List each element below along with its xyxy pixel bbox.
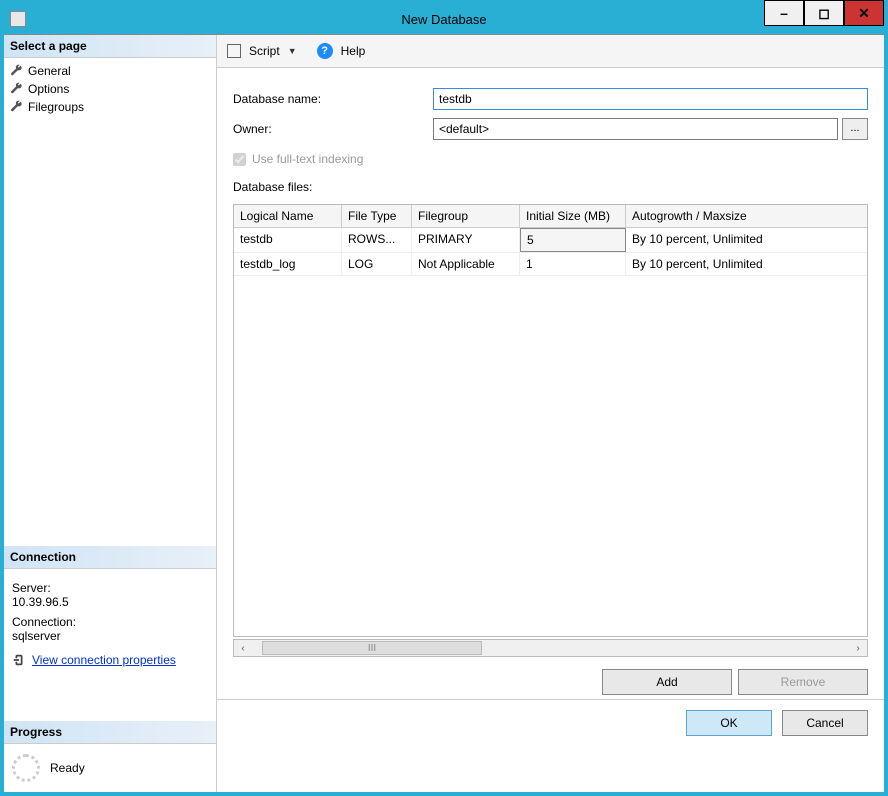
cell-logical[interactable]: testdb_log xyxy=(234,253,342,275)
sidebar: Select a page General Options Filegroups… xyxy=(4,35,216,792)
database-files-label: Database files: xyxy=(233,180,868,194)
cell-filegroup[interactable]: Not Applicable xyxy=(412,253,520,275)
dialog-window: New Database – ◻ ✕ Select a page General… xyxy=(0,0,888,796)
grid-header: Logical Name File Type Filegroup Initial… xyxy=(234,205,867,228)
script-button[interactable]: Script xyxy=(249,44,280,58)
cell-autogrow[interactable]: By 10 percent, Unlimited xyxy=(626,253,867,275)
page-item-general[interactable]: General xyxy=(6,62,214,80)
progress-spinner-icon xyxy=(12,754,40,782)
select-page-header: Select a page xyxy=(4,35,216,58)
cell-autogrow[interactable]: By 10 percent, Unlimited xyxy=(626,228,867,252)
app-icon xyxy=(10,11,26,27)
table-row[interactable]: testdb_log LOG Not Applicable 1 By 10 pe… xyxy=(234,253,867,276)
scroll-left-arrow-icon[interactable]: ‹ xyxy=(234,643,252,654)
owner-browse-button[interactable]: ... xyxy=(842,118,868,140)
col-file-type[interactable]: File Type xyxy=(342,205,412,227)
owner-label: Owner: xyxy=(233,122,433,136)
progress-status: Ready xyxy=(50,761,85,775)
minimize-button[interactable]: – xyxy=(764,0,804,26)
main-panel: Script ▼ ? Help Database name: Owner: ..… xyxy=(216,35,884,792)
fulltext-label: Use full-text indexing xyxy=(252,152,363,166)
wrench-icon xyxy=(10,82,24,96)
window-title: New Database xyxy=(401,12,486,27)
script-dropdown-icon[interactable]: ▼ xyxy=(288,46,297,56)
cell-logical[interactable]: testdb xyxy=(234,228,342,252)
wrench-icon xyxy=(10,64,24,78)
scroll-right-arrow-icon[interactable]: › xyxy=(849,643,867,654)
connection-header: Connection xyxy=(4,546,216,569)
window-controls: – ◻ ✕ xyxy=(764,4,884,34)
table-row[interactable]: testdb ROWS... PRIMARY 5 By 10 percent, … xyxy=(234,228,867,253)
progress-header: Progress xyxy=(4,721,216,744)
remove-button: Remove xyxy=(738,669,868,695)
cell-size[interactable]: 5 xyxy=(520,228,626,252)
connection-icon xyxy=(12,653,26,667)
cell-filetype[interactable]: LOG xyxy=(342,253,412,275)
scroll-thumb[interactable]: III xyxy=(262,641,482,655)
cancel-button[interactable]: Cancel xyxy=(782,710,868,736)
script-icon xyxy=(227,44,241,58)
cell-filetype[interactable]: ROWS... xyxy=(342,228,412,252)
connection-value: sqlserver xyxy=(12,629,208,643)
page-list: General Options Filegroups xyxy=(4,58,216,120)
add-button[interactable]: Add xyxy=(602,669,732,695)
page-item-options[interactable]: Options xyxy=(6,80,214,98)
fulltext-checkbox xyxy=(233,153,246,166)
toolbar: Script ▼ ? Help xyxy=(217,35,884,68)
connection-body: Server: 10.39.96.5 Connection: sqlserver… xyxy=(4,569,216,675)
connection-label: Connection: xyxy=(12,615,208,629)
close-button[interactable]: ✕ xyxy=(844,0,884,26)
ok-button[interactable]: OK xyxy=(686,710,772,736)
help-button[interactable]: Help xyxy=(341,44,366,58)
cell-filegroup[interactable]: PRIMARY xyxy=(412,228,520,252)
page-label: Options xyxy=(28,82,69,96)
col-initial-size[interactable]: Initial Size (MB) xyxy=(520,205,626,227)
progress-body: Ready xyxy=(4,744,216,792)
grid-action-row: Add Remove xyxy=(217,665,884,699)
dbname-input[interactable] xyxy=(433,88,868,110)
maximize-button[interactable]: ◻ xyxy=(804,0,844,26)
col-filegroup[interactable]: Filegroup xyxy=(412,205,520,227)
dialog-body: Select a page General Options Filegroups… xyxy=(4,34,884,792)
horizontal-scrollbar[interactable]: ‹ III › xyxy=(233,639,868,657)
col-logical-name[interactable]: Logical Name xyxy=(234,205,342,227)
titlebar[interactable]: New Database – ◻ ✕ xyxy=(4,4,884,34)
help-icon: ? xyxy=(317,43,333,59)
view-connection-properties-link[interactable]: View connection properties xyxy=(32,653,176,667)
page-label: General xyxy=(28,64,71,78)
page-label: Filegroups xyxy=(28,100,84,114)
dbname-label: Database name: xyxy=(233,92,433,106)
grid-blank xyxy=(234,276,867,636)
owner-input[interactable] xyxy=(433,118,838,140)
col-autogrowth[interactable]: Autogrowth / Maxsize xyxy=(626,205,867,227)
server-value: 10.39.96.5 xyxy=(12,595,208,609)
cell-size[interactable]: 1 xyxy=(520,253,626,275)
database-files-grid[interactable]: Logical Name File Type Filegroup Initial… xyxy=(233,204,868,637)
form-area: Database name: Owner: ... Use full-text … xyxy=(217,68,884,204)
dialog-footer: OK Cancel xyxy=(217,699,884,746)
page-item-filegroups[interactable]: Filegroups xyxy=(6,98,214,116)
wrench-icon xyxy=(10,100,24,114)
server-label: Server: xyxy=(12,581,208,595)
